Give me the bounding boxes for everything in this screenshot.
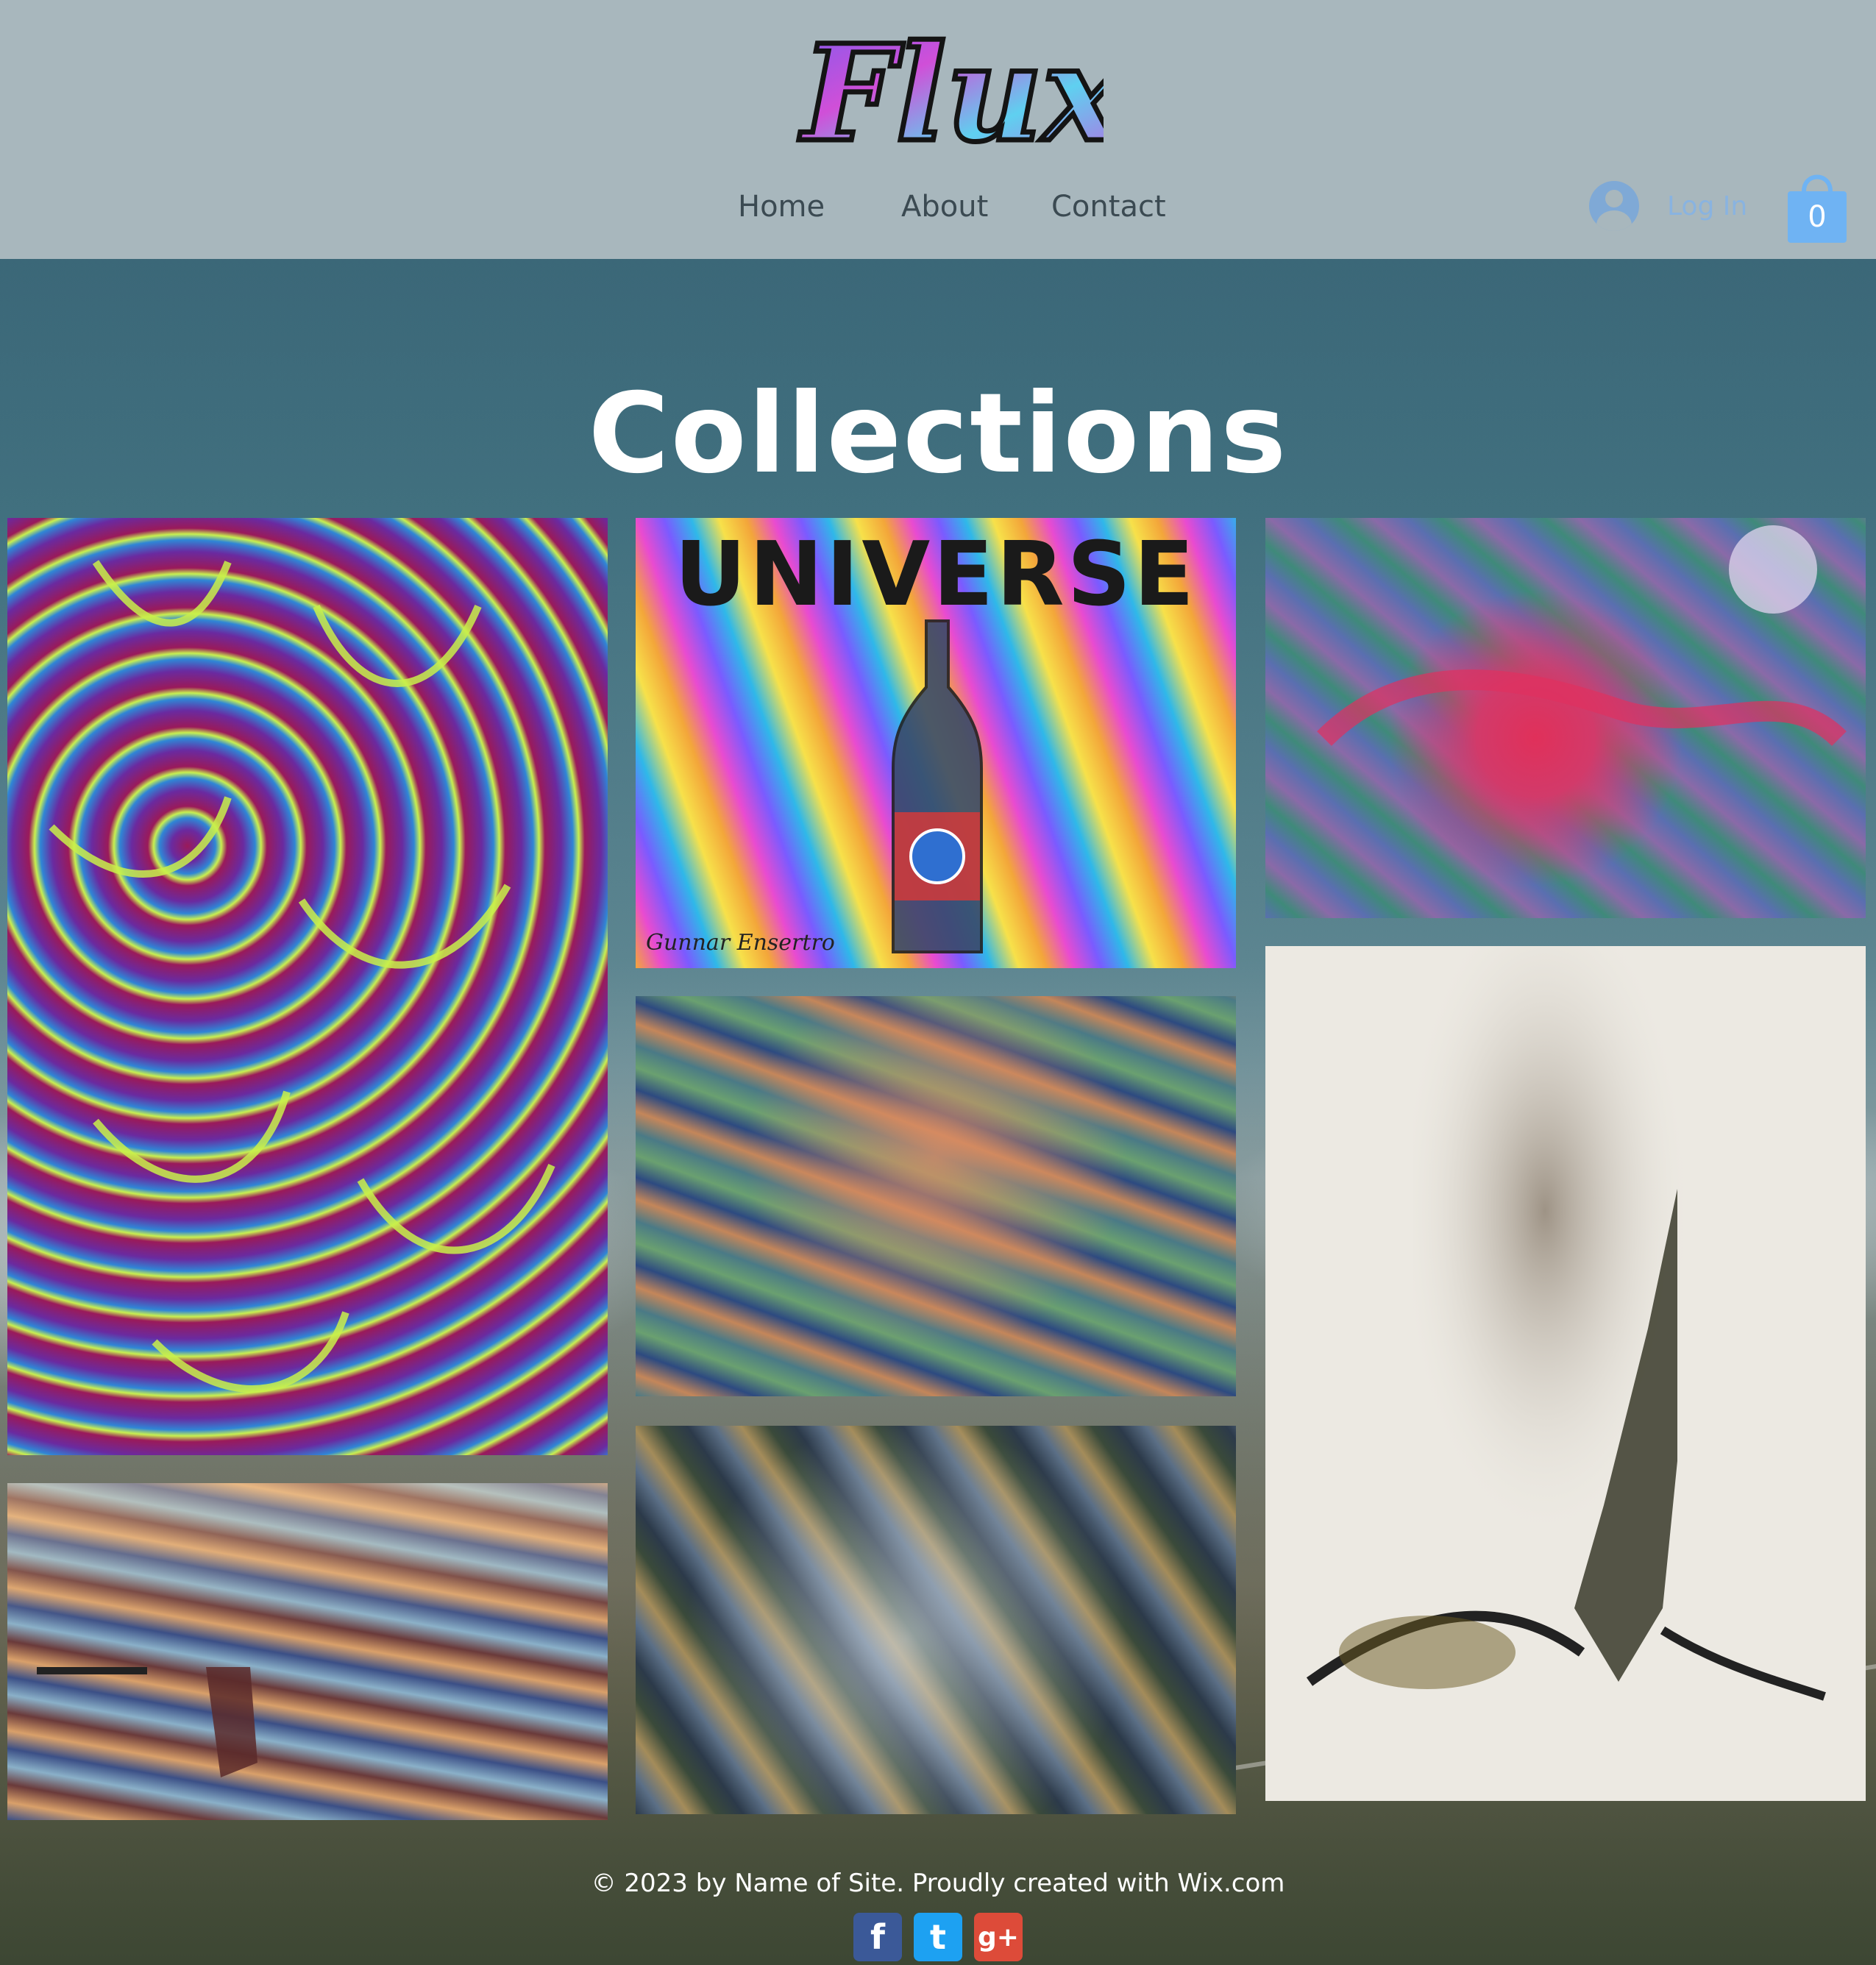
facebook-icon[interactable]: f	[853, 1913, 902, 1961]
gallery-item-city-abstract[interactable]	[636, 1426, 1236, 1814]
ink-figure-image	[1306, 946, 1826, 1701]
flux-logo[interactable]: Flux	[780, 0, 1126, 184]
cart-count: 0	[1808, 200, 1827, 234]
google-plus-icon[interactable]: g+	[974, 1913, 1023, 1961]
gallery-item-psychedelic-abstract[interactable]	[1265, 518, 1866, 918]
artist-signature: Gunnar Ensertro	[646, 930, 835, 956]
landscape-chair-image	[37, 1667, 257, 1777]
site-header: Flux Home About Contact Log In 0	[0, 0, 1876, 259]
social-bar: f t g+	[853, 1913, 1023, 1961]
nav-home[interactable]: Home	[738, 182, 825, 231]
gallery-item-landscape-chair[interactable]	[7, 1483, 608, 1820]
bottle-image	[892, 619, 983, 953]
gallery-item-forest-abstract[interactable]	[636, 996, 1236, 1396]
login-button[interactable]: Log In	[1589, 180, 1747, 232]
site-footer: © 2023 by Name of Site. Proudly created …	[0, 1861, 1876, 1961]
twitter-icon[interactable]: t	[914, 1913, 962, 1961]
cart-button[interactable]: 0	[1785, 165, 1850, 246]
flower-petals-image	[49, 560, 555, 1393]
nav-contact[interactable]: Contact	[1051, 182, 1166, 231]
user-avatar-icon	[1589, 181, 1639, 231]
gallery-item-flower-petals[interactable]	[7, 518, 608, 1455]
page-title: Collections	[588, 370, 1288, 498]
copyright-text: © 2023 by Name of Site. Proudly created …	[591, 1869, 1285, 1898]
gallery-item-ink-splatter-figure[interactable]	[1265, 946, 1866, 1801]
gallery-item-universe-bottle[interactable]: UNIVERSE Gunnar Ensertro	[636, 518, 1236, 968]
login-label: Log In	[1667, 191, 1748, 221]
nav-about[interactable]: About	[901, 182, 988, 231]
psychedelic-abstract-image	[1317, 525, 1847, 747]
logo-wordmark: Flux	[798, 16, 1104, 171]
